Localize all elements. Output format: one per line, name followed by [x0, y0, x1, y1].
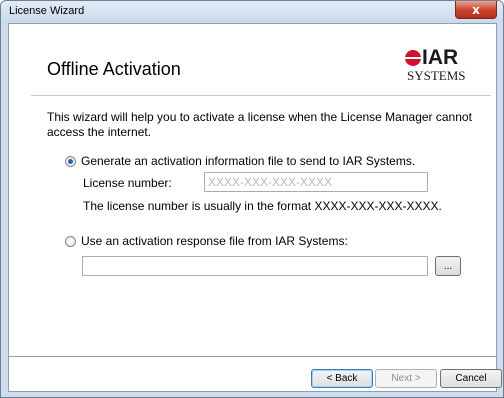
license-wizard-window: License Wizard x Offline Activation IAR …	[0, 0, 504, 398]
logo-brand-sub: SYSTEMS	[407, 68, 466, 83]
response-radio[interactable]	[65, 235, 76, 247]
footer-divider	[9, 356, 496, 357]
generate-option[interactable]: Generate an activation information file …	[65, 154, 415, 168]
response-option[interactable]: Use an activation response file from IAR…	[65, 234, 348, 248]
license-format-hint: The license number is usually in the for…	[83, 199, 442, 213]
logo-brand-text: IAR	[422, 46, 459, 69]
browse-button-label: ...	[443, 260, 453, 272]
page-title: Offline Activation	[47, 59, 181, 79]
title-bar[interactable]: License Wizard x	[1, 1, 503, 23]
license-number-input[interactable]	[204, 172, 428, 192]
wizard-client-area: Offline Activation IAR SYSTEMS This wiza…	[8, 23, 502, 392]
generate-radio-label[interactable]: Generate an activation information file …	[81, 154, 415, 168]
close-button[interactable]: x	[455, 1, 497, 19]
window-title: License Wizard	[9, 5, 85, 17]
next-button-label: Next >	[391, 373, 421, 384]
header-divider	[31, 95, 491, 96]
intro-text: This wizard will help you to activate a …	[47, 110, 472, 139]
cancel-button[interactable]: Cancel	[440, 369, 502, 388]
logo-top: IAR	[405, 46, 459, 69]
back-button[interactable]: < Back	[311, 369, 373, 388]
next-button[interactable]: Next >	[375, 369, 437, 388]
response-file-input[interactable]	[82, 256, 428, 276]
response-radio-label[interactable]: Use an activation response file from IAR…	[81, 234, 348, 248]
iar-systems-logo: IAR SYSTEMS	[405, 46, 485, 89]
license-number-label: License number:	[83, 176, 172, 190]
generate-radio[interactable]	[65, 155, 76, 167]
wizard-header: Offline Activation IAR SYSTEMS	[9, 24, 496, 92]
close-icon: x	[472, 2, 480, 17]
iar-logo-mark-icon	[405, 50, 421, 66]
browse-button[interactable]: ...	[435, 256, 461, 276]
back-button-label: < Back	[326, 373, 358, 384]
cancel-button-label: Cancel	[455, 373, 487, 384]
